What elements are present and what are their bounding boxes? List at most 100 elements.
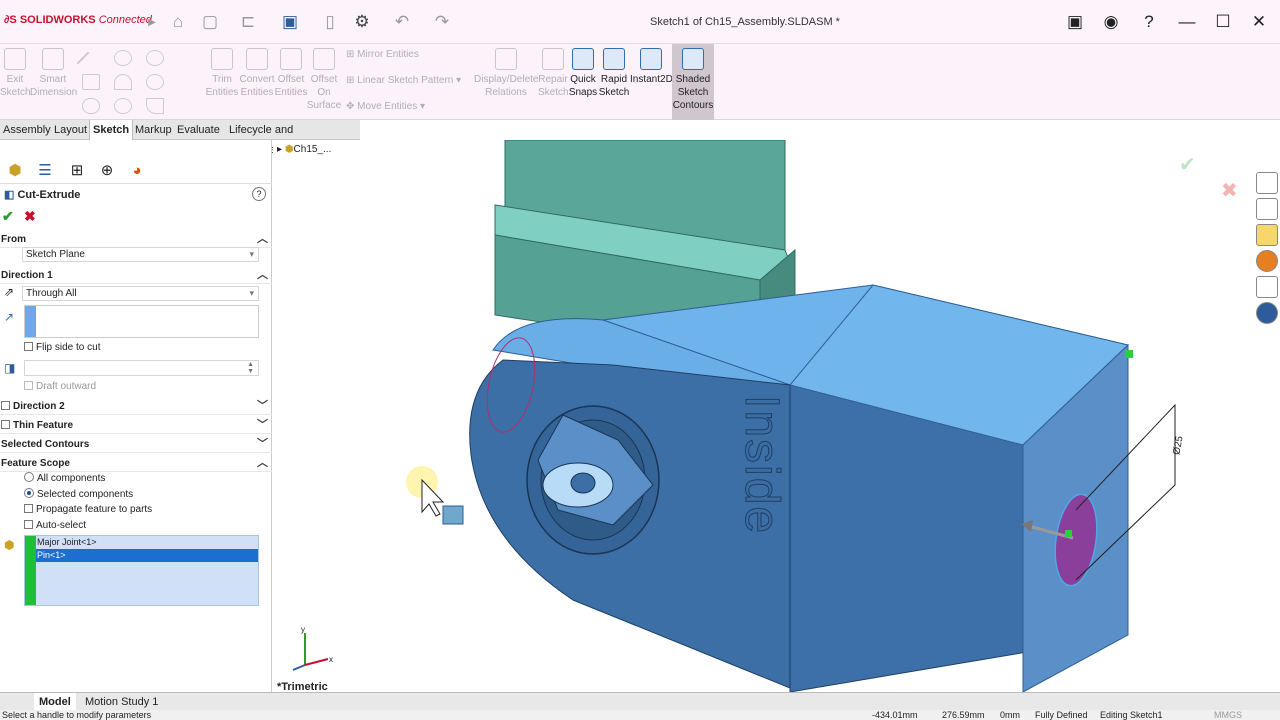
viewport-restore-icon[interactable]: ❐ [1229,140,1253,141]
instant2d-button[interactable]: Instant2D [630,44,673,120]
tab-model[interactable]: Model [34,693,76,711]
thin-feature-checkbox[interactable] [1,420,10,429]
collapse-chevron-icon[interactable]: ︿ [257,267,268,284]
mirror-entities-button[interactable]: ⊞ Mirror Entities [346,49,419,60]
hide-show-icon[interactable]: ◉ [758,140,779,142]
open-folder-icon[interactable]: ⊏ [236,10,260,34]
feature-manager-icon[interactable]: ⬢ [2,158,28,182]
ellipse-tool-icon[interactable] [146,74,164,90]
previous-view-icon[interactable]: ↶ [676,140,697,142]
list-item[interactable]: Major Joint<1> [36,536,258,549]
end-condition-dropdown[interactable]: Through All ▾ [22,286,259,301]
feature-scope-section-header[interactable]: Feature Scope ︿ [0,455,272,472]
cancel-x-icon[interactable]: ✖ [24,208,36,225]
auto-select-checkbox[interactable]: Auto-select [24,520,86,532]
view-orientation-icon[interactable]: ◈ [719,140,739,142]
handle-point-icon[interactable] [1065,530,1072,537]
close-window-button[interactable]: ✕ [1246,10,1272,34]
tab-layout[interactable]: Layout [51,120,90,140]
next-pane-icon[interactable]: ◨ [1179,140,1203,141]
graphics-area[interactable]: Inside Ø25 x y ▸ ⬢Ch15_... ⊕⊕↶◫◈◆◉◎◎▭ ◧◨… [273,140,1280,692]
circle-tool-icon[interactable] [114,50,132,66]
quick-snaps-button[interactable]: Quick Snaps [568,44,598,120]
display-style-icon[interactable]: ◆ [738,140,758,142]
help-icon[interactable]: ? [1136,10,1162,34]
configuration-manager-icon[interactable]: ⊞ [64,158,90,182]
custom-properties-icon[interactable] [1256,276,1278,298]
maximize-window-button[interactable]: ☐ [1210,10,1236,34]
tab-motion-study[interactable]: Motion Study 1 [80,693,163,711]
direction2-checkbox[interactable] [1,401,10,410]
exit-sketch-button[interactable]: Exit Sketch [0,44,31,120]
minimize-window-button[interactable]: — [1174,10,1200,34]
display-manager-icon[interactable]: ◕ [124,158,150,182]
direction2-section-header[interactable]: Direction 2 ﹀ [0,398,272,415]
undo-icon[interactable]: ↶ [390,10,414,34]
new-document-icon[interactable]: ▢ [198,10,222,34]
appearances-icon[interactable] [1256,250,1278,272]
collapse-chevron-icon[interactable]: ︿ [257,231,268,248]
zoom-to-fit-icon[interactable]: ⊕ [635,140,656,142]
dimxpert-icon[interactable]: ⊕ [94,158,120,182]
tab-lifecycle[interactable]: Lifecycle and Collaboration [226,120,360,156]
draft-angle-spinner[interactable]: ▲ ▼ [24,360,259,376]
list-item[interactable]: Pin<1> [36,549,258,562]
slot-tool-icon[interactable] [82,98,100,114]
polygon-tool-icon[interactable] [114,98,132,114]
tab-sketch[interactable]: Sketch [89,120,134,140]
confirm-corner-cancel-icon[interactable]: ✖ [1221,178,1238,203]
display-delete-relations-button[interactable]: Display/Delete Relations [474,44,538,120]
unit-system[interactable]: MMGS [1214,710,1242,720]
expand-chevron-icon[interactable]: ﹀ [257,417,268,434]
rapid-sketch-button[interactable]: Rapid Sketch [598,44,630,120]
offset-on-surface-button[interactable]: Offset On Surface [306,44,342,120]
spline-tool-icon[interactable] [146,50,164,66]
command-search-icon[interactable]: ▣ [1062,10,1088,34]
tab-evaluate[interactable]: Evaluate [174,120,223,140]
ok-check-icon[interactable]: ✔ [2,208,14,225]
rectangle-tool-icon[interactable] [82,74,100,90]
collapse-chevron-icon[interactable]: ︿ [257,455,268,472]
home-icon[interactable]: ⌂ [166,10,190,34]
move-entities-button[interactable]: ✥ Move Entities ▾ [346,101,425,112]
convert-entities-button[interactable]: Convert Entities [238,44,276,120]
apply-scene-icon[interactable]: ◎ [800,140,821,142]
flip-side-checkbox[interactable]: Flip side to cut [24,342,100,354]
offset-entities-button[interactable]: Offset Entities [274,44,308,120]
expand-chevron-icon[interactable]: ﹀ [257,398,268,415]
components-listbox[interactable]: Major Joint<1> Pin<1> [24,535,259,606]
property-manager-icon[interactable]: ☰ [32,158,58,182]
section-view-icon[interactable]: ◫ [697,140,719,142]
expand-chevron-icon[interactable]: ﹀ [257,436,268,453]
resources-icon[interactable] [1256,172,1278,194]
design-library-icon[interactable] [1256,198,1278,220]
view-settings-icon[interactable]: ▭ [821,140,843,142]
repair-sketch-button[interactable]: Repair Sketch [538,44,569,120]
confirm-corner-ok-icon[interactable]: ✔ [1179,152,1196,177]
zoom-area-icon[interactable]: ⊕ [656,140,677,142]
feature-tree-root[interactable]: ▸ ⬢Ch15_... [277,144,331,155]
expand-menu-icon[interactable]: ▶ [140,10,164,34]
from-section-header[interactable]: From ︿ [0,231,272,248]
draft-outward-checkbox[interactable]: Draft outward [24,381,96,393]
selected-contours-section-header[interactable]: Selected Contours ﹀ [0,436,272,453]
redo-icon[interactable]: ↷ [430,10,454,34]
save-icon[interactable]: ▣ [278,10,302,34]
options-gear-icon[interactable]: ⚙ [350,10,374,34]
spinner-arrows-icon[interactable]: ▲ ▼ [247,361,254,375]
file-explorer-icon[interactable] [1256,224,1278,246]
viewport-close-icon[interactable]: ✕ [1252,140,1275,141]
selected-components-radio[interactable]: Selected components [24,488,133,501]
direction1-section-header[interactable]: Direction 1 ︿ [0,267,272,284]
line-tool-icon[interactable] [76,51,90,65]
direction-selection-box[interactable] [24,305,259,338]
shaded-sketch-contours-button[interactable]: Shaded Sketch Contours [672,44,714,120]
community-globe-icon[interactable]: ◉ [1098,10,1124,34]
reverse-direction-icon[interactable]: ⇗ [4,285,14,299]
trim-entities-button[interactable]: Trim Entities [204,44,240,120]
from-dropdown[interactable]: Sketch Plane ▾ [22,247,259,262]
all-components-radio[interactable]: All components [24,472,105,485]
expand-arrow-icon[interactable]: ▸ [277,144,282,155]
help-icon[interactable]: ? [252,187,266,201]
fillet-tool-icon[interactable] [146,98,164,114]
